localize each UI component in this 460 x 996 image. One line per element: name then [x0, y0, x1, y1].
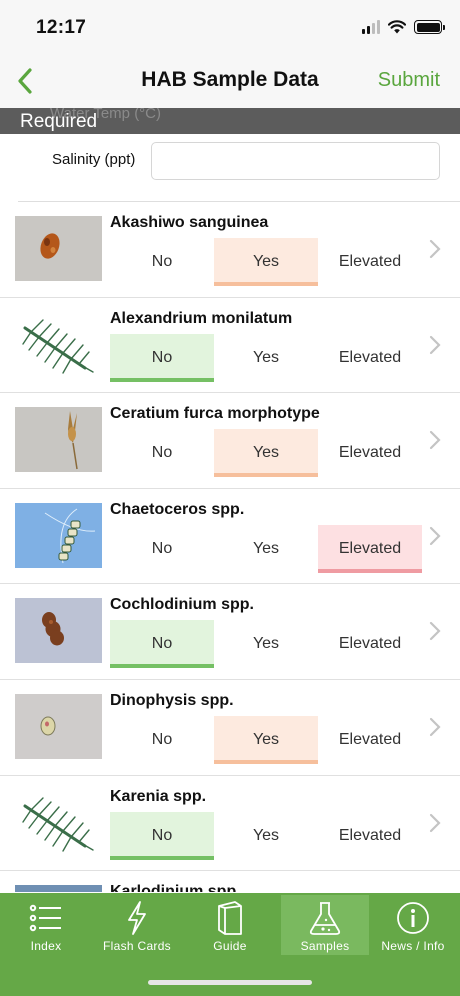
option-no[interactable]: No: [110, 333, 214, 382]
species-list[interactable]: Akashiwo sanguinea No Yes Elevated Alexa…: [0, 202, 460, 892]
species-row[interactable]: Chaetoceros spp. No Yes Elevated: [0, 488, 460, 585]
option-no[interactable]: No: [110, 429, 214, 477]
abundance-options: No Yes Elevated: [110, 524, 422, 573]
species-row[interactable]: Cochlodinium spp. No Yes Elevated: [0, 584, 460, 680]
chevron-right-icon: [429, 717, 441, 737]
required-label: Required: [20, 111, 98, 132]
abundance-options: No Yes Elevated: [110, 716, 422, 764]
tab-label: Guide: [213, 939, 247, 953]
tab-label: Samples: [300, 939, 350, 953]
species-name: Karlodinium spp.: [110, 883, 241, 892]
chevron-right-icon: [429, 431, 441, 450]
species-thumbnail: [15, 216, 102, 281]
species-name: Alexandrium monilatum: [110, 309, 293, 327]
tab-guide[interactable]: Guide: [186, 895, 274, 955]
species-row[interactable]: Karlodinium spp.: [0, 871, 460, 892]
option-no[interactable]: No: [110, 716, 214, 764]
option-yes[interactable]: Yes: [214, 238, 318, 286]
status-bar: 12:17: [0, 0, 460, 56]
option-elevated[interactable]: Elevated: [318, 334, 422, 382]
species-name: Ceratium furca morphotype: [110, 405, 320, 423]
species-thumbnail: [15, 598, 102, 664]
cellular-signal-icon: [362, 20, 380, 34]
chevron-right-icon: [429, 526, 441, 545]
tab-label: Index: [30, 939, 62, 953]
species-row[interactable]: Alexandrium monilatum No Yes Elevated: [0, 297, 460, 394]
abundance-options: No Yes Elevated: [110, 238, 422, 286]
chevron-right-icon: [429, 813, 441, 832]
option-elevated[interactable]: Elevated: [318, 620, 422, 668]
species-thumbnail: [15, 407, 102, 473]
home-indicator: [148, 980, 312, 985]
lightning-icon: [119, 900, 155, 936]
chevron-right-icon: [429, 239, 441, 259]
species-thumbnail: [15, 502, 102, 568]
abundance-options: No Yes Elevated: [110, 620, 422, 669]
salinity-input[interactable]: [151, 142, 440, 180]
salinity-row: Salinity (ppt): [0, 134, 460, 202]
tab-label: News / Info: [381, 939, 445, 953]
flask-icon: [307, 900, 343, 936]
info-icon: [395, 900, 431, 936]
species-thumbnail: [15, 885, 102, 892]
option-yes[interactable]: Yes: [214, 525, 318, 573]
option-no[interactable]: No: [110, 811, 214, 860]
tab-flash-cards[interactable]: Flash Cards: [93, 895, 181, 955]
option-elevated[interactable]: Elevated: [318, 429, 422, 477]
species-name: Chaetoceros spp.: [110, 500, 245, 518]
tab-bar: Index Flash Cards Guide Samples News / I…: [0, 893, 460, 996]
species-name: Cochlodinium spp.: [110, 596, 254, 614]
species-name: Akashiwo sanguinea: [110, 214, 269, 231]
option-yes[interactable]: Yes: [214, 620, 318, 668]
salinity-label: Salinity (ppt): [52, 151, 136, 168]
chevron-right-icon: [429, 335, 441, 354]
option-elevated[interactable]: Elevated: [318, 716, 422, 764]
tab-label: Flash Cards: [103, 939, 171, 953]
book-icon: [212, 900, 248, 936]
option-yes[interactable]: Yes: [214, 334, 318, 382]
species-thumbnail: [15, 789, 102, 855]
option-yes[interactable]: Yes: [214, 812, 318, 860]
submit-button[interactable]: Submit: [378, 69, 440, 92]
abundance-options: No Yes Elevated: [110, 429, 422, 478]
nav-bar: HAB Sample Data Submit: [0, 56, 460, 108]
species-row[interactable]: Akashiwo sanguinea No Yes Elevated: [0, 202, 460, 298]
chevron-right-icon: [429, 622, 441, 641]
option-yes[interactable]: Yes: [214, 716, 318, 764]
status-time: 12:17: [36, 17, 87, 38]
abundance-options: No Yes Elevated: [110, 333, 422, 382]
option-no[interactable]: No: [110, 620, 214, 669]
option-elevated[interactable]: Elevated: [318, 524, 422, 573]
species-thumbnail: [15, 311, 102, 377]
option-elevated[interactable]: Elevated: [318, 238, 422, 286]
species-row[interactable]: Ceratium furca morphotype No Yes Elevate…: [0, 393, 460, 489]
species-name: Dinophysis spp.: [110, 692, 234, 709]
species-row[interactable]: Karenia spp. No Yes Elevated: [0, 775, 460, 872]
battery-icon: [414, 20, 445, 34]
species-thumbnail: [15, 694, 102, 759]
tab-index[interactable]: Index: [2, 895, 90, 955]
option-yes[interactable]: Yes: [214, 429, 318, 478]
option-no[interactable]: No: [110, 525, 214, 573]
wifi-icon: [388, 20, 406, 34]
species-name: Karenia spp.: [110, 787, 207, 805]
list-icon: [28, 900, 64, 936]
tab-samples[interactable]: Samples: [281, 895, 369, 955]
required-section-header: Water Temp (°C) Required: [0, 108, 460, 134]
species-row[interactable]: Dinophysis spp. No Yes Elevated: [0, 680, 460, 776]
status-icons: [362, 20, 445, 34]
option-elevated[interactable]: Elevated: [318, 812, 422, 860]
tab-news-info[interactable]: News / Info: [369, 895, 457, 955]
option-no[interactable]: No: [110, 238, 214, 286]
abundance-options: No Yes Elevated: [110, 811, 422, 860]
